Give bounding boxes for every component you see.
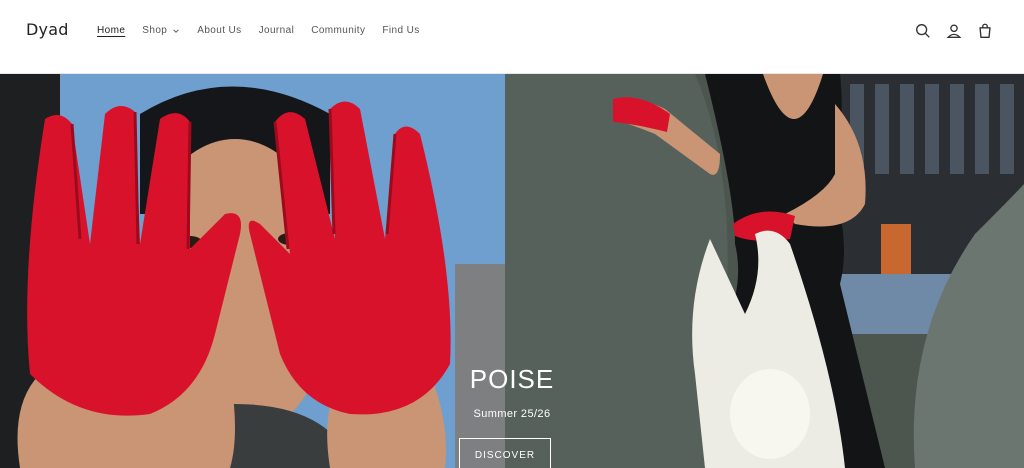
hero-title: POISE — [469, 364, 555, 394]
nav-home-label: Home — [97, 25, 126, 36]
nav-shop[interactable]: Shop — [142, 25, 180, 36]
discover-button[interactable]: DISCOVER — [459, 438, 551, 468]
nav-home[interactable]: Home — [97, 25, 125, 36]
nav-shop-label: Shop — [142, 25, 168, 36]
nav-about-label: About Us — [197, 25, 242, 36]
nav-community[interactable]: Community — [311, 25, 365, 36]
nav-journal-label: Journal — [258, 25, 295, 36]
hero-subtitle: Summer 25/26 — [473, 408, 551, 420]
header-icons — [901, 22, 994, 40]
nav-community-label: Community — [311, 25, 366, 36]
nav-find-us-label: Find Us — [382, 25, 420, 36]
search-icon[interactable] — [914, 22, 932, 40]
nav-find-us[interactable]: Find Us — [382, 25, 419, 36]
nav-about-us[interactable]: About Us — [197, 25, 241, 36]
account-icon[interactable] — [945, 22, 963, 40]
chevron-down-icon — [173, 28, 179, 33]
site-header: Dyad Home Shop About Us Journal Communit… — [0, 0, 1024, 74]
cart-icon[interactable] — [976, 22, 994, 40]
nav-journal[interactable]: Journal — [259, 25, 295, 36]
logo[interactable]: Dyad — [26, 20, 69, 39]
main-nav: Home Shop About Us Journal Community Fin… — [97, 25, 437, 36]
hero-banner: POISE Summer 25/26 DISCOVER — [0, 74, 1024, 468]
